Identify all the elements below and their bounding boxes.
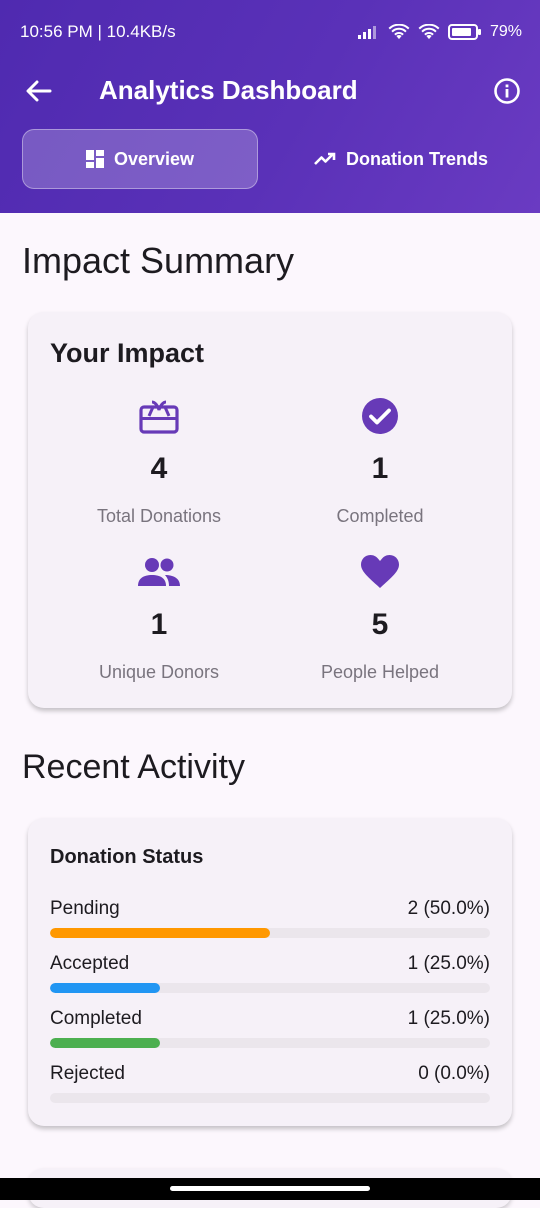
check-circle-icon xyxy=(260,396,500,436)
stat-label: Unique Donors xyxy=(98,662,220,682)
status-label: Accepted xyxy=(50,953,130,974)
signal-icon xyxy=(357,26,376,39)
navigation-bar xyxy=(0,1178,540,1200)
tab-overview[interactable]: Overview xyxy=(22,129,258,189)
progress-track xyxy=(50,1093,490,1103)
info-button[interactable] xyxy=(490,74,524,108)
page-title: Analytics Dashboard xyxy=(99,75,358,105)
wifi-icon xyxy=(388,24,410,40)
dashboard-icon xyxy=(85,150,104,168)
progress-track xyxy=(50,983,490,993)
people-icon xyxy=(39,552,279,592)
tab-donation-trends[interactable]: Donation Trends xyxy=(290,129,512,189)
status-row-completed: Completed 1 (25.0%) xyxy=(50,1008,490,1054)
tab-overview-label: Overview xyxy=(113,148,195,169)
donation-status-title: Donation Status xyxy=(50,846,204,868)
impact-card: Your Impact 4 Total Donations 1 Complete… xyxy=(28,312,512,708)
heart-icon xyxy=(260,552,500,592)
battery-icon xyxy=(447,24,481,40)
status-bar: 10:56 PM | 10.4KB/s 79% xyxy=(0,0,540,64)
progress-track xyxy=(50,928,490,938)
status-time: 10:56 PM | 10.4KB/s xyxy=(20,22,176,41)
status-count: 1 (25.0%) xyxy=(407,1008,490,1029)
progress-fill xyxy=(50,983,160,993)
stat-value: 1 xyxy=(150,608,168,641)
status-row-rejected: Rejected 0 (0.0%) xyxy=(50,1063,490,1109)
arrow-back-icon xyxy=(26,80,52,102)
stat-label: People Helped xyxy=(320,662,440,682)
status-icons: 79% xyxy=(357,20,522,44)
status-row-pending: Pending 2 (50.0%) xyxy=(50,898,490,944)
stat-value: 1 xyxy=(371,452,389,485)
home-indicator[interactable] xyxy=(170,1186,370,1191)
impact-card-title: Your Impact xyxy=(50,338,205,368)
tab-donation-trends-label: Donation Trends xyxy=(345,148,488,169)
impact-summary-heading: Impact Summary xyxy=(22,240,295,281)
recent-activity-heading: Recent Activity xyxy=(22,748,245,786)
status-label: Completed xyxy=(50,1008,142,1029)
stat-label: Completed xyxy=(336,506,424,526)
status-row-accepted: Accepted 1 (25.0%) xyxy=(50,953,490,999)
header: 10:56 PM | 10.4KB/s 79% Analytics Dashbo… xyxy=(0,0,540,213)
status-count: 0 (0.0%) xyxy=(418,1063,490,1084)
status-count: 1 (25.0%) xyxy=(407,953,490,974)
status-label: Rejected xyxy=(50,1063,125,1084)
stat-label: Total Donations xyxy=(96,506,222,526)
status-count: 2 (50.0%) xyxy=(407,898,490,919)
back-button[interactable] xyxy=(22,76,56,106)
trending-up-icon xyxy=(314,152,336,165)
battery-level: 79% xyxy=(489,23,522,40)
stat-value: 4 xyxy=(150,452,168,485)
stat-value: 5 xyxy=(371,608,389,641)
donation-status-card: Donation Status Pending 2 (50.0%) Accept… xyxy=(28,818,512,1126)
wifi-icon xyxy=(418,24,440,40)
info-icon xyxy=(494,78,520,104)
progress-fill xyxy=(50,928,270,938)
app-bar: Analytics Dashboard xyxy=(0,64,540,120)
progress-track xyxy=(50,1038,490,1048)
progress-fill xyxy=(50,1038,160,1048)
status-label: Pending xyxy=(50,898,120,919)
redeem-icon xyxy=(39,396,279,436)
